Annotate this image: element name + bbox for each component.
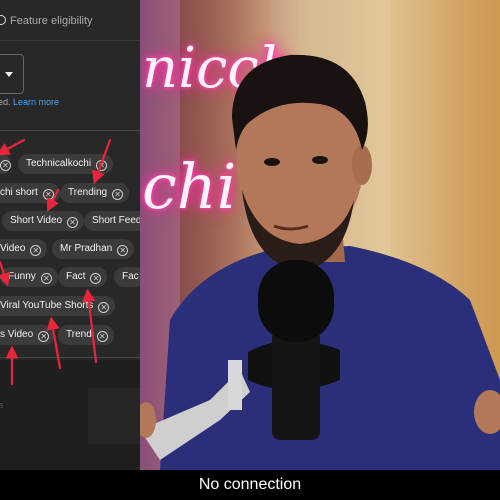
tag-label: Trend (66, 329, 92, 340)
tag-chip: Trending ✕ (60, 183, 130, 203)
feature-eligibility-icon (0, 15, 6, 25)
tag-chip: Mr Pradhan ✕ (52, 239, 135, 259)
lower-section: es (0, 360, 140, 470)
tag-chip: chi short ✕ (0, 183, 60, 203)
tag-label: Fact (66, 271, 86, 282)
remove-tag-icon[interactable]: ✕ (42, 189, 54, 200)
tag-chip: Short Feed (84, 211, 140, 231)
helper-text: ed. Learn more (0, 97, 59, 107)
remove-tag-icon[interactable]: ✕ (112, 189, 124, 200)
tag-label: Funny (8, 271, 36, 282)
mic-windscreen (258, 260, 334, 342)
details-header: Feature eligibility (0, 0, 140, 41)
tag-chip: Fac (114, 267, 140, 287)
remove-tag-icon[interactable]: ✕ (38, 331, 50, 342)
ear (352, 145, 372, 185)
tag-label: Viral YouTube Shorts (0, 300, 94, 311)
tag-label: Video (0, 243, 26, 254)
tag-label: Fac (122, 271, 139, 282)
tag-label: Technicalkochi (26, 158, 92, 169)
tag-chip: Viral YouTube Shorts ✕ (0, 296, 116, 316)
remove-tag-icon[interactable]: ✕ (40, 273, 52, 284)
tag-chip: Technicalkochi ✕ (18, 154, 114, 174)
remove-tag-icon[interactable]: ✕ (30, 245, 42, 256)
mic-body (272, 330, 320, 440)
studio-panel: Feature eligibility ed. Learn more ✕ Tec… (0, 0, 140, 470)
tag-chip: Short Video ✕ (2, 211, 85, 231)
section-label: es (0, 400, 4, 410)
remove-tag-icon[interactable]: ✕ (117, 245, 129, 256)
tag-label: Short Video (10, 215, 63, 226)
tag-label: chi short (0, 187, 38, 198)
remove-tag-icon[interactable]: ✕ (98, 302, 110, 313)
left-eye (264, 158, 280, 166)
presenter-illustration (140, 54, 500, 470)
tag-chip: Trend ✕ (58, 325, 114, 345)
dark-box (88, 388, 140, 444)
select-dropdown[interactable] (0, 54, 24, 94)
remove-tag-icon[interactable]: ✕ (96, 160, 108, 171)
right-eye (312, 156, 328, 164)
remove-tag-icon[interactable]: ✕ (96, 331, 108, 342)
tag-chip: Funny ✕ (0, 267, 58, 287)
learn-more-link[interactable]: Learn more (13, 97, 59, 107)
caret-down-icon (5, 72, 13, 77)
tag-chip: Video ✕ (0, 239, 48, 259)
remove-tag-icon[interactable]: ✕ (0, 160, 11, 171)
tag-label: s Video (0, 329, 34, 340)
tags-field[interactable]: ✕ Technicalkochi ✕ chi short ✕ Trending ✕ S… (0, 130, 140, 358)
tag-label: Mr Pradhan (60, 243, 113, 254)
tag-chip: ✕ (0, 154, 11, 174)
tag-label: Short Feed (92, 215, 140, 226)
mic-stand (228, 360, 242, 410)
tag-label: Trending (68, 187, 108, 198)
tag-chip: s Video ✕ (0, 325, 56, 345)
remove-tag-icon[interactable]: ✕ (67, 217, 79, 228)
no-connection-banner: No connection (0, 470, 500, 500)
helper-text-fragment: ed. (0, 97, 11, 107)
remove-tag-icon[interactable]: ✕ (90, 273, 102, 284)
video-frame: nicch chi (140, 0, 500, 470)
tab-feature-eligibility[interactable]: Feature eligibility (10, 15, 93, 27)
tag-chip: Fact ✕ (58, 267, 108, 287)
